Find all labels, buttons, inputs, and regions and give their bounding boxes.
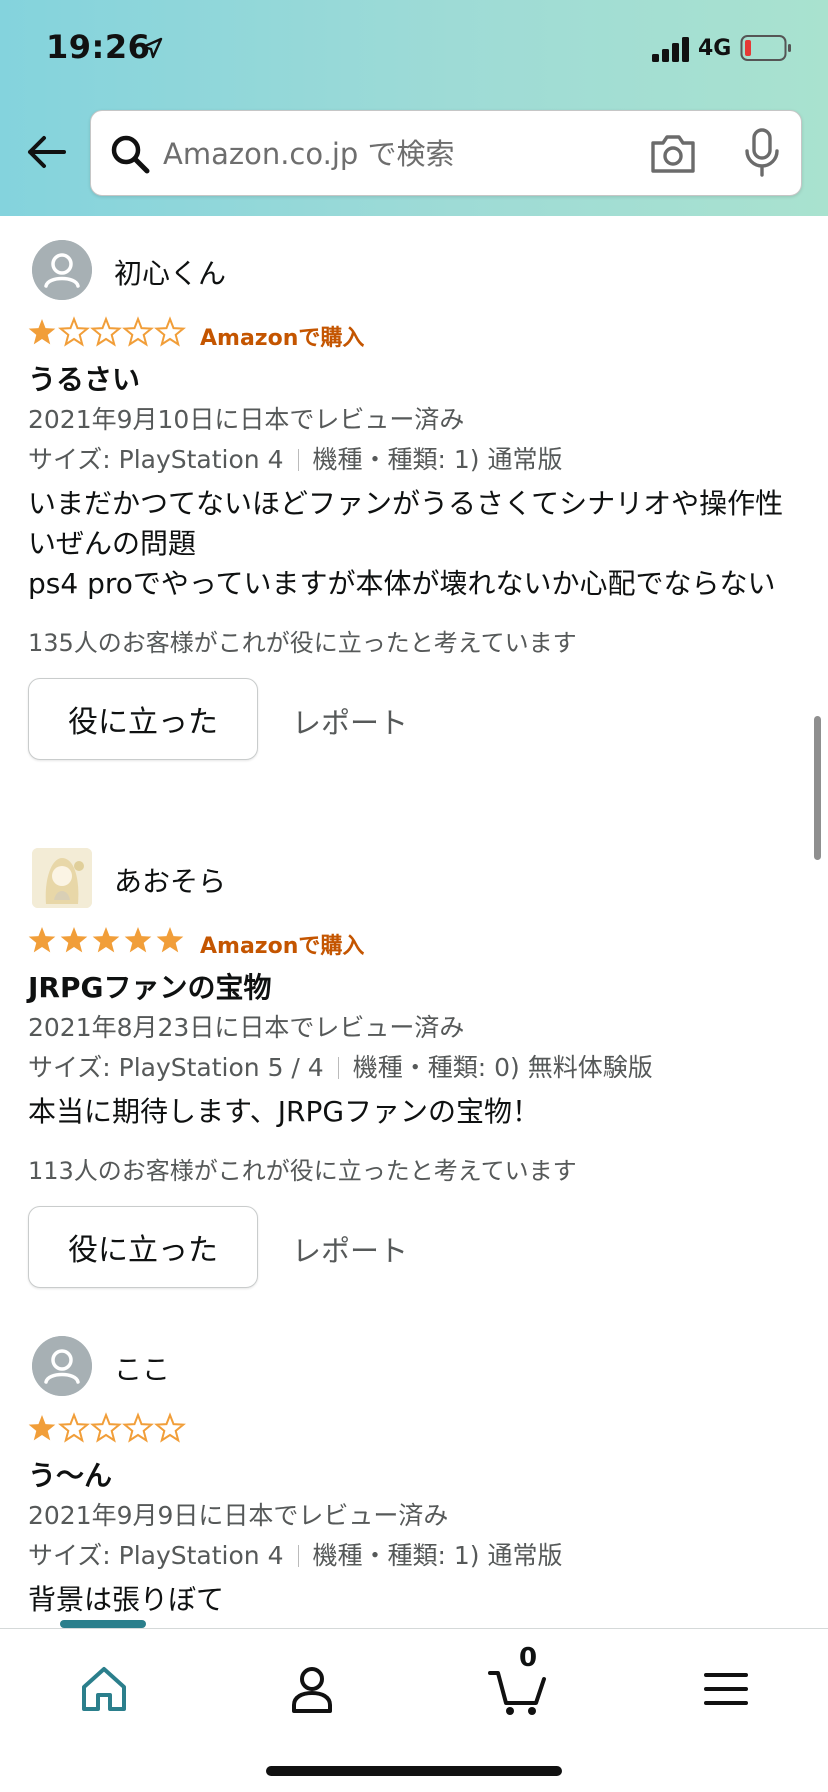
search-input[interactable] bbox=[163, 129, 603, 179]
variant-size: サイズ: PlayStation 4 bbox=[28, 445, 284, 474]
anime-avatar-icon bbox=[32, 848, 92, 908]
variant-info: サイズ: PlayStation 4 機種・種類: 1) 通常版 bbox=[28, 440, 788, 480]
review-date: 2021年9月9日に日本でレビュー済み bbox=[28, 1501, 449, 1530]
camera-icon[interactable] bbox=[649, 131, 697, 175]
star-empty-icon bbox=[122, 1412, 154, 1443]
star-filled-icon bbox=[28, 927, 56, 953]
report-link[interactable]: レポート bbox=[292, 1228, 408, 1270]
avatar bbox=[32, 1336, 92, 1396]
helpful-button[interactable]: 役に立った bbox=[28, 1206, 258, 1288]
reviewer-row: 初心くん bbox=[28, 240, 788, 304]
location-arrow-icon bbox=[141, 37, 163, 59]
home-indicator bbox=[266, 1766, 562, 1776]
review-item: あおそら Amazonで購入 JRPGファンの宝物 2021年8月23日に日本で… bbox=[28, 848, 788, 1290]
star-empty-icon bbox=[90, 316, 122, 347]
variant-info: サイズ: PlayStation 5 / 4 機種・種類: 0) 無料体験版 bbox=[28, 1048, 788, 1088]
reviewer-row: ここ bbox=[28, 1336, 788, 1400]
star-empty-icon bbox=[122, 316, 154, 347]
review-title: JRPGファンの宝物 bbox=[28, 971, 272, 1004]
status-time: 19:26 bbox=[46, 28, 151, 66]
avatar bbox=[32, 240, 92, 300]
variant-info: サイズ: PlayStation 4 機種・種類: 1) 通常版 bbox=[28, 1536, 788, 1576]
divider bbox=[297, 1545, 299, 1567]
network-label: 4G bbox=[698, 36, 732, 61]
review-item: 初心くん Amazonで購入 うるさい 2021年9月10日に日本でレビュー済み… bbox=[28, 240, 788, 762]
active-tab-indicator bbox=[60, 1620, 146, 1628]
divider bbox=[297, 449, 299, 471]
review-item: ここ う〜ん 2021年9月9日に日本でレビュー済み サイズ: PlayStat… bbox=[28, 1336, 788, 1620]
star-empty-icon bbox=[58, 316, 90, 347]
reviews-list: 初心くん Amazonで購入 うるさい 2021年9月10日に日本でレビュー済み… bbox=[0, 216, 828, 1628]
reviewer-name: ここ bbox=[114, 1353, 171, 1386]
variant-size: サイズ: PlayStation 5 / 4 bbox=[28, 1053, 324, 1082]
search-bar[interactable] bbox=[90, 110, 802, 196]
report-link[interactable]: レポート bbox=[292, 700, 408, 742]
verified-purchase-badge: Amazonで購入 bbox=[200, 934, 365, 959]
star-empty-icon bbox=[90, 1412, 122, 1443]
helpful-count: 135人のお客様がこれが役に立ったと考えています bbox=[28, 629, 577, 657]
star-rating bbox=[28, 1412, 186, 1443]
verified-purchase-badge: Amazonで購入 bbox=[200, 326, 365, 351]
review-body: 背景は張りぼて bbox=[28, 1583, 225, 1616]
star-empty-icon bbox=[154, 1412, 186, 1443]
helpful-count: 113人のお客様がこれが役に立ったと考えています bbox=[28, 1157, 577, 1185]
search-icon bbox=[111, 135, 150, 174]
avatar bbox=[32, 848, 92, 908]
cart-count: 0 bbox=[518, 1643, 538, 1673]
variant-edition: 機種・種類: 0) 無料体験版 bbox=[352, 1053, 653, 1082]
star-filled-icon bbox=[28, 319, 56, 345]
variant-edition: 機種・種類: 1) 通常版 bbox=[312, 445, 563, 474]
star-rating bbox=[28, 927, 184, 953]
star-rating bbox=[28, 316, 186, 347]
star-filled-icon bbox=[124, 927, 152, 953]
review-title: うるさい bbox=[28, 363, 141, 396]
default-avatar-icon bbox=[32, 240, 92, 300]
divider bbox=[337, 1057, 339, 1079]
reviewer-name: 初心くん bbox=[114, 257, 227, 290]
scrollbar[interactable] bbox=[814, 716, 821, 860]
home-icon[interactable] bbox=[74, 1659, 134, 1719]
default-avatar-icon bbox=[32, 1336, 92, 1396]
review-date: 2021年9月10日に日本でレビュー済み bbox=[28, 405, 465, 434]
app-header: 19:26 4G bbox=[0, 0, 828, 216]
account-icon[interactable] bbox=[282, 1659, 342, 1719]
menu-icon[interactable] bbox=[696, 1659, 756, 1719]
star-filled-icon bbox=[156, 927, 184, 953]
reviewer-row: あおそら bbox=[28, 848, 788, 912]
microphone-icon[interactable] bbox=[741, 127, 783, 179]
star-filled-icon bbox=[92, 927, 120, 953]
review-title: う〜ん bbox=[28, 1459, 113, 1492]
battery-icon bbox=[740, 35, 791, 61]
back-arrow-icon[interactable] bbox=[22, 128, 70, 176]
reviewer-name: あおそら bbox=[114, 865, 227, 898]
helpful-button[interactable]: 役に立った bbox=[28, 678, 258, 760]
review-body: 本当に期待します、JRPGファンの宝物！ bbox=[28, 1095, 541, 1128]
review-date: 2021年8月23日に日本でレビュー済み bbox=[28, 1013, 465, 1042]
star-empty-icon bbox=[58, 1412, 90, 1443]
star-empty-icon bbox=[154, 316, 186, 347]
signal-icon bbox=[652, 37, 689, 62]
variant-size: サイズ: PlayStation 4 bbox=[28, 1541, 284, 1570]
variant-edition: 機種・種類: 1) 通常版 bbox=[312, 1541, 563, 1570]
star-filled-icon bbox=[28, 1415, 56, 1441]
star-filled-icon bbox=[60, 927, 88, 953]
review-body: いまだかつてないほどファンがうるさくてシナリオや操作性いぜんの問題 ps4 pr… bbox=[28, 487, 784, 600]
